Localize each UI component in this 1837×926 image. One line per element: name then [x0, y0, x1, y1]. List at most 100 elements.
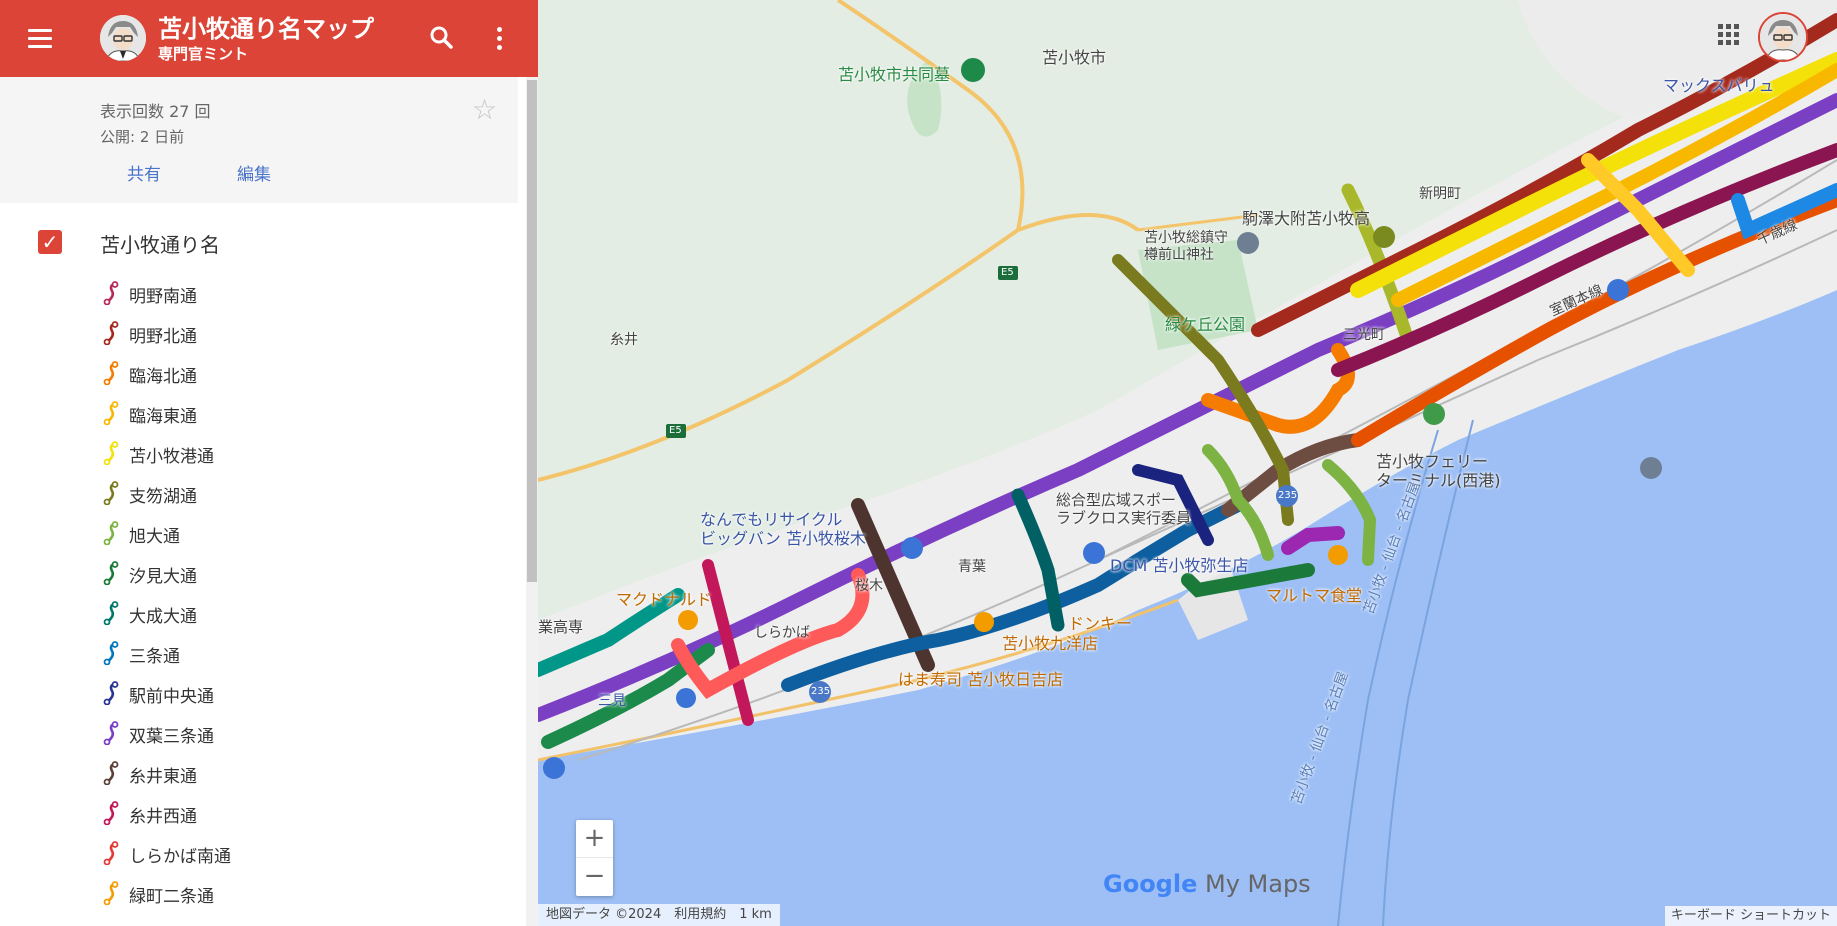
- street-list-item[interactable]: 双葉三条通: [0, 713, 520, 753]
- label-tomakomai-city: 苫小牧市: [1042, 48, 1107, 67]
- street-label: 糸井東通: [129, 767, 197, 787]
- street-list-item[interactable]: 支笏湖通: [0, 473, 520, 513]
- e5-shield-1: E5: [669, 425, 682, 436]
- street-list-item[interactable]: 三条通: [0, 633, 520, 673]
- street-label: しらかば南通: [129, 847, 231, 867]
- google-my-maps-logo: Google My Maps: [1103, 870, 1311, 898]
- line-route-icon: [100, 481, 122, 506]
- line-route-icon: [100, 361, 122, 386]
- street-list-item[interactable]: 大成大通: [0, 593, 520, 633]
- label-sakuragi: 桜木: [855, 578, 883, 594]
- label-sports: 総合型広域スポー ラブクロス実行委員: [1056, 491, 1192, 527]
- map-header: 苫小牧通り名マップ 専門官ミント: [0, 0, 538, 77]
- owner-avatar: [100, 15, 146, 61]
- label-komazawa: 駒澤大附苫小牧高: [1242, 209, 1371, 228]
- zoom-controls: + −: [576, 820, 613, 896]
- street-label: 明野北通: [129, 327, 197, 347]
- label-kyuyoten: 苫小牧九洋店: [1002, 634, 1099, 653]
- search-icon[interactable]: [424, 20, 460, 56]
- street-list: 明野南通明野北通臨海北通臨海東通苫小牧港通支笏湖通旭大通汐見大通大成大通三条通駅…: [0, 273, 520, 913]
- line-route-icon: [100, 521, 122, 546]
- street-list-item[interactable]: 旭大通: [0, 513, 520, 553]
- line-route-icon: [100, 761, 122, 786]
- label-shimmeicho: 新明町: [1419, 186, 1461, 202]
- street-label: 支笏湖通: [129, 487, 197, 507]
- e5-shield-2: E5: [1001, 267, 1014, 278]
- street-list-item[interactable]: 明野北通: [0, 313, 520, 353]
- sidebar-scroll-thumb[interactable]: [527, 80, 537, 582]
- map-title: 苫小牧通り名マップ: [158, 15, 374, 43]
- line-route-icon: [100, 401, 122, 426]
- label-koukou: 業高専: [538, 618, 584, 636]
- street-list-item[interactable]: 駅前中央通: [0, 673, 520, 713]
- street-list-item[interactable]: 明野南通: [0, 273, 520, 313]
- label-aoba: 青葉: [958, 559, 986, 575]
- line-route-icon: [100, 441, 122, 466]
- map-attribution[interactable]: 地図データ ©2024 利用規約 1 km: [538, 904, 780, 926]
- layer-title[interactable]: 苫小牧通り名: [100, 229, 220, 258]
- view-count: 表示回数 27 回: [100, 102, 211, 121]
- map-owner[interactable]: 専門官ミント: [158, 43, 248, 64]
- street-label: 苫小牧港通: [129, 447, 214, 467]
- logo-google: Google: [1103, 870, 1198, 898]
- label-marutoma: マルトマ食堂: [1266, 586, 1363, 605]
- label-shrine: 苫小牧総鎮守 樽前山神社: [1144, 230, 1228, 263]
- street-label: 臨海東通: [129, 407, 197, 427]
- map-info-panel: 表示回数 27 回 公開: 2 日前 ☆ 共有 編集: [0, 77, 518, 203]
- street-list-item[interactable]: 臨海北通: [0, 353, 520, 393]
- more-options-icon[interactable]: [484, 20, 514, 56]
- street-list-item[interactable]: 汐見大通: [0, 553, 520, 593]
- published-date: 公開: 2 日前: [100, 128, 185, 146]
- logo-mymaps: My Maps: [1197, 870, 1311, 898]
- street-label: 緑町二条通: [129, 887, 214, 907]
- account-avatar[interactable]: [1758, 12, 1808, 62]
- street-label: 駅前中央通: [129, 687, 214, 707]
- label-ferry-terminal: 苫小牧フェリー ターミナル(西港): [1376, 452, 1501, 490]
- street-list-item[interactable]: 臨海東通: [0, 393, 520, 433]
- line-route-icon: [100, 681, 122, 706]
- street-list-item[interactable]: 緑町二条通: [0, 873, 520, 913]
- label-maxvalu: マックスバリュ: [1663, 76, 1775, 95]
- street-list-item[interactable]: 糸井東通: [0, 753, 520, 793]
- keyboard-shortcuts-link[interactable]: キーボード ショートカット: [1664, 906, 1837, 926]
- zoom-out-button[interactable]: −: [576, 858, 613, 895]
- label-recycle: なんでもリサイクル ビッグバン 苫小牧桜木: [700, 510, 866, 548]
- layer-checkbox[interactable]: ✓: [38, 230, 62, 254]
- edit-button[interactable]: 編集: [237, 160, 271, 185]
- label-midorigaoka: 緑ケ丘公園: [1165, 315, 1246, 334]
- street-label: 旭大通: [129, 527, 180, 547]
- star-icon[interactable]: ☆: [472, 93, 497, 126]
- route-235-shield-2: 235: [1278, 490, 1298, 501]
- street-list-item[interactable]: しらかば南通: [0, 833, 520, 873]
- street-label: 糸井西通: [129, 807, 197, 827]
- share-button[interactable]: 共有: [127, 160, 161, 185]
- street-label: 臨海北通: [129, 367, 197, 387]
- line-route-icon: [100, 281, 122, 306]
- label-shirakaba: しらかば: [754, 625, 810, 641]
- label-mitsumi: 三見: [598, 693, 626, 709]
- line-route-icon: [100, 841, 122, 866]
- line-route-icon: [100, 721, 122, 746]
- menu-icon[interactable]: [22, 20, 58, 56]
- street-label: 大成大通: [129, 607, 197, 627]
- street-label: 汐見大通: [129, 567, 197, 587]
- line-route-icon: [100, 801, 122, 826]
- zoom-in-button[interactable]: +: [576, 820, 613, 858]
- street-label: 明野南通: [129, 287, 197, 307]
- sidebar-panel: 苫小牧通り名マップ 専門官ミント 表示回数 27 回 公開: 2 日前 ☆ 共有…: [0, 0, 538, 926]
- street-list-item[interactable]: 苫小牧港通: [0, 433, 520, 473]
- layer-row: ✓ 苫小牧通り名: [0, 222, 520, 262]
- label-itoi: 糸井: [610, 332, 638, 348]
- street-list-item[interactable]: 糸井西通: [0, 793, 520, 833]
- line-route-icon: [100, 321, 122, 346]
- line-route-icon: [100, 601, 122, 626]
- label-sankocho: 三光町: [1343, 327, 1385, 343]
- route-235-shield-1: 235: [811, 686, 831, 697]
- street-label: 双葉三条通: [129, 727, 214, 747]
- label-hamasushi: はま寿司 苫小牧日吉店: [898, 670, 1064, 689]
- label-mcdonald: マクドナルド: [616, 590, 713, 609]
- line-route-icon: [100, 641, 122, 666]
- apps-grid-icon[interactable]: [1716, 22, 1742, 48]
- line-route-icon: [100, 561, 122, 586]
- map-canvas[interactable]: 苫小牧市 苫小牧市共同墓 マックスバリュ 駒澤大附苫小牧高 新明町 苫小牧総鎮守…: [538, 0, 1837, 926]
